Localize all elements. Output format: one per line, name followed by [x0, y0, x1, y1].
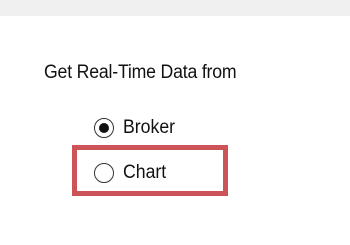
broker-option[interactable]: Broker [94, 117, 179, 139]
chart-radio-button[interactable] [94, 163, 114, 183]
settings-panel: Get Real-Time Data from Broker Chart [0, 0, 350, 245]
broker-option-label[interactable]: Broker [123, 117, 175, 139]
radio-selected-dot-icon [99, 123, 109, 133]
broker-radio-button[interactable] [94, 118, 114, 138]
chart-option[interactable]: Chart [94, 162, 169, 184]
chart-option-label[interactable]: Chart [123, 162, 166, 184]
realtime-data-source-label: Get Real-Time Data from [44, 62, 237, 83]
panel-top-strip [0, 0, 350, 16]
